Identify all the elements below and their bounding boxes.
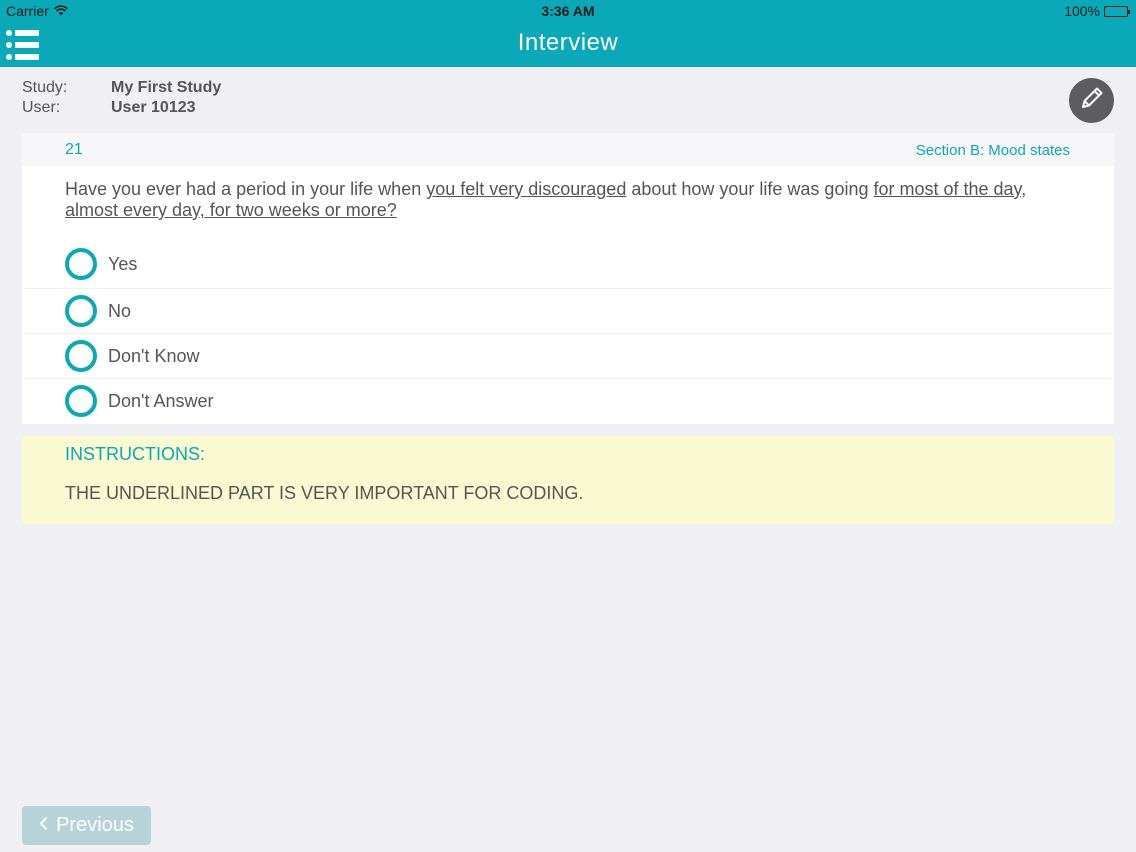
- option-label: Don't Answer: [108, 391, 214, 411]
- answer-option-dont-answer[interactable]: Don't Answer: [22, 378, 1114, 423]
- study-value: My First Study: [111, 79, 222, 96]
- section-title: Section B: Mood states: [915, 142, 1070, 159]
- battery-percent: 100%: [1064, 3, 1100, 19]
- question-header: 21 Section B: Mood states: [22, 133, 1114, 166]
- user-value: User 10123: [111, 99, 196, 116]
- clock: 3:36 AM: [541, 3, 595, 19]
- radio-button[interactable]: [65, 248, 97, 280]
- instructions-heading: INSTRUCTIONS:: [65, 444, 206, 464]
- radio-button[interactable]: [65, 385, 97, 417]
- answer-option-yes[interactable]: Yes: [22, 242, 1114, 287]
- user-label: User:: [22, 99, 61, 116]
- question-underlined-part: you felt very discouraged: [426, 179, 627, 199]
- battery-icon: [1104, 5, 1130, 17]
- radio-button[interactable]: [65, 295, 97, 327]
- status-bar: Carrier 3:36 AM 100%: [0, 0, 1136, 22]
- option-label: Don't Know: [108, 346, 200, 366]
- option-label: Yes: [108, 254, 138, 274]
- option-label: No: [108, 301, 132, 321]
- radio-button[interactable]: [65, 340, 97, 372]
- question-card: Have you ever had a period in your life …: [22, 166, 1114, 424]
- battery-indicator: 100%: [1064, 3, 1130, 19]
- instructions-panel: INSTRUCTIONS: THE UNDERLINED PART IS VER…: [22, 436, 1114, 524]
- chevron-left-icon: [39, 814, 48, 837]
- edit-button[interactable]: [1069, 78, 1114, 123]
- question-text-part: about how your life was going: [626, 179, 874, 199]
- question-text-part: Have you ever had a period in your life …: [65, 179, 427, 199]
- page-title: Interview: [517, 29, 619, 56]
- question-number: 21: [65, 141, 83, 158]
- study-info: Study: My First Study User: User 10123: [22, 78, 221, 118]
- answer-option-no[interactable]: No: [22, 288, 1114, 333]
- instructions-text: THE UNDERLINED PART IS VERY IMPORTANT FO…: [65, 483, 584, 503]
- nav-bar: Interview: [0, 22, 1136, 67]
- question-text: Have you ever had a period in your life …: [65, 179, 1075, 221]
- study-label: Study:: [22, 79, 68, 96]
- previous-button[interactable]: Previous: [22, 806, 151, 845]
- previous-label: Previous: [56, 814, 134, 836]
- answer-option-dont-know[interactable]: Don't Know: [22, 333, 1114, 378]
- pencil-icon: [1078, 84, 1106, 117]
